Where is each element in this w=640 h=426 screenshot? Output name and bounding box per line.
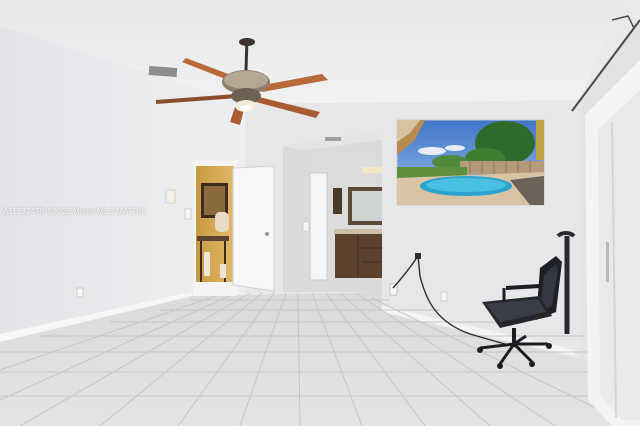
sliding-door-glass: [598, 90, 640, 420]
outlet-left: [76, 287, 84, 298]
vase: [204, 252, 210, 276]
light-switch: [165, 189, 176, 204]
mls-watermark: A11532478 ©2025 Miami MLS MATRIX: [3, 207, 147, 216]
wall-mirror-small: [333, 188, 342, 214]
hallway-switch: [302, 221, 310, 232]
bathroom-door: [232, 165, 275, 292]
door-handle: [606, 242, 609, 282]
flower-arrangement: [215, 212, 229, 232]
side-table: [197, 236, 229, 241]
vanity-mirror-glass: [352, 191, 382, 221]
cable-plug: [415, 253, 421, 259]
vanity-light: [362, 167, 382, 173]
hallway-vent: [325, 137, 341, 141]
listing-photo: A11532478 ©2025 Miami MLS MATRIX: [0, 0, 640, 426]
bathroom-mirror-glass: [204, 186, 225, 215]
vanity-countertop: [334, 229, 382, 234]
vase-small: [220, 264, 226, 278]
pool-artwork: [396, 119, 545, 206]
hallway-door: [309, 172, 328, 281]
outlet-back-2: [440, 291, 448, 302]
thermostat: [184, 208, 192, 220]
door-knob: [265, 232, 269, 236]
